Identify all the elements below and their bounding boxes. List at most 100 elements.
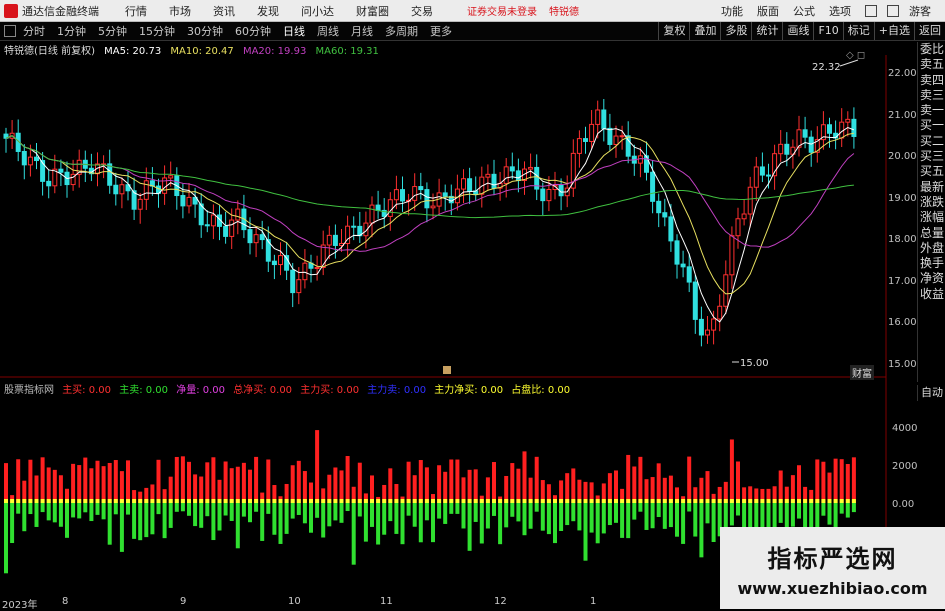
side-tab[interactable]: 卖四	[918, 73, 945, 88]
side-tab[interactable]: 收益	[918, 287, 945, 302]
period-timeshare[interactable]: 分时	[20, 23, 48, 39]
tool-multi[interactable]: 多股	[720, 22, 751, 40]
period-more[interactable]: 更多	[427, 23, 455, 39]
net-bar	[626, 499, 631, 503]
menu-discover[interactable]: 发现	[257, 3, 279, 19]
side-tab[interactable]: 买一	[918, 118, 945, 133]
net-bar	[187, 499, 191, 503]
date-tick: 8	[62, 596, 69, 607]
menu-layout[interactable]: 版面	[757, 3, 779, 19]
net-bar	[662, 499, 667, 503]
indicator-tick: 4000	[892, 423, 917, 434]
candle-body	[619, 135, 625, 138]
net-bar	[363, 499, 368, 503]
side-tab[interactable]: 卖五	[918, 57, 945, 72]
tool-f10[interactable]: F10	[813, 22, 842, 40]
price-tick: 20.00	[888, 151, 917, 162]
side-tab[interactable]: 外盘	[918, 241, 945, 256]
chart-settings-icon[interactable]: ◇ ◻	[846, 50, 865, 61]
indicator-name[interactable]: 股票指标网	[4, 385, 54, 396]
chart-canvas[interactable]: 22.00 21.00 20.00 19.00 18.00 17.00 16.0…	[0, 40, 917, 596]
tool-back[interactable]: 返回	[914, 22, 945, 40]
side-tab[interactable]: 买五	[918, 164, 945, 179]
stock-notice[interactable]: 特锐德	[549, 3, 579, 18]
tool-adjust[interactable]: 复权	[658, 22, 689, 40]
maximize-icon[interactable]	[887, 4, 899, 17]
period-weekly[interactable]: 周线	[314, 23, 342, 39]
scroll-handle-icon[interactable]	[443, 366, 451, 374]
sell-bar	[205, 503, 210, 517]
side-tab[interactable]: 涨幅	[918, 210, 945, 225]
period-5min[interactable]: 5分钟	[95, 23, 130, 39]
period-30min[interactable]: 30分钟	[184, 23, 226, 39]
side-tab[interactable]: 委比	[918, 42, 945, 57]
panel-toggle-icon[interactable]	[4, 25, 16, 37]
menu-market[interactable]: 市场	[169, 3, 191, 19]
side-tab[interactable]: 净资	[918, 271, 945, 286]
period-multi[interactable]: 多周期	[382, 23, 421, 39]
period-60min[interactable]: 60分钟	[232, 23, 274, 39]
net-bar	[437, 499, 442, 503]
buy-bar	[851, 457, 856, 503]
net-bar	[546, 499, 551, 503]
side-tab[interactable]: 最新	[918, 180, 945, 195]
candle-body	[418, 186, 424, 191]
sell-bar	[736, 503, 740, 516]
buy-bar	[34, 475, 39, 503]
net-bar	[132, 499, 137, 503]
candle-body	[753, 166, 759, 188]
side-tab[interactable]: 卖三	[918, 88, 945, 103]
tool-add-watchlist[interactable]: +自选	[873, 22, 914, 40]
net-bar	[4, 499, 8, 503]
side-tab[interactable]: 买三	[918, 149, 945, 164]
net-bar	[516, 499, 521, 503]
menu-ask[interactable]: 问小达	[301, 3, 334, 19]
buy-bar	[126, 460, 130, 503]
net-bar	[235, 499, 240, 503]
sell-bar	[595, 503, 600, 544]
ind-major-buy: 主力买: 0.00	[300, 385, 360, 396]
menu-news[interactable]: 资讯	[213, 3, 235, 19]
tool-mark[interactable]: 标记	[842, 22, 874, 40]
menu-wealth[interactable]: 财富圈	[356, 3, 389, 19]
buy-bar	[174, 456, 179, 503]
auto-button[interactable]: 自动	[917, 385, 945, 401]
period-monthly[interactable]: 月线	[348, 23, 376, 39]
net-bar	[77, 499, 82, 503]
candle-body	[369, 204, 375, 224]
side-tab[interactable]: 买二	[918, 134, 945, 149]
side-tab[interactable]: 涨跌	[918, 195, 945, 210]
period-daily[interactable]: 日线	[280, 23, 308, 39]
candle-body	[784, 143, 790, 155]
side-tab[interactable]: 总量	[918, 226, 945, 241]
menu-trade[interactable]: 交易	[411, 3, 433, 19]
sell-bar	[479, 503, 484, 544]
login-notice[interactable]: 证券交易未登录	[467, 3, 537, 18]
side-tab[interactable]: 换手	[918, 256, 945, 271]
menu-guest[interactable]: 游客	[909, 3, 931, 19]
minimize-icon[interactable]	[865, 4, 877, 17]
ind-main-sell: 主卖: 0.00	[119, 385, 169, 396]
period-15min[interactable]: 15分钟	[136, 23, 178, 39]
tool-stats[interactable]: 统计	[751, 22, 782, 40]
buy-bar	[345, 456, 350, 503]
candle-body	[515, 170, 521, 181]
sell-bar	[376, 503, 381, 545]
tool-overlay[interactable]: 叠加	[689, 22, 720, 40]
menu-formula[interactable]: 公式	[793, 3, 815, 19]
tool-draw[interactable]: 画线	[782, 22, 813, 40]
net-bar	[351, 499, 356, 503]
menu-quotes[interactable]: 行情	[125, 3, 147, 19]
candle-body	[461, 178, 466, 190]
corner-label[interactable]: 财富	[850, 365, 874, 380]
net-bar	[174, 499, 179, 503]
side-tab[interactable]: 卖一	[918, 103, 945, 118]
net-bar	[95, 499, 100, 503]
period-1min[interactable]: 1分钟	[54, 23, 89, 39]
candle-body	[375, 204, 381, 211]
buy-bar	[40, 457, 45, 503]
menu-function[interactable]: 功能	[721, 3, 743, 19]
net-bar	[205, 499, 210, 503]
net-bar	[162, 499, 167, 503]
menu-options[interactable]: 选项	[829, 3, 851, 19]
